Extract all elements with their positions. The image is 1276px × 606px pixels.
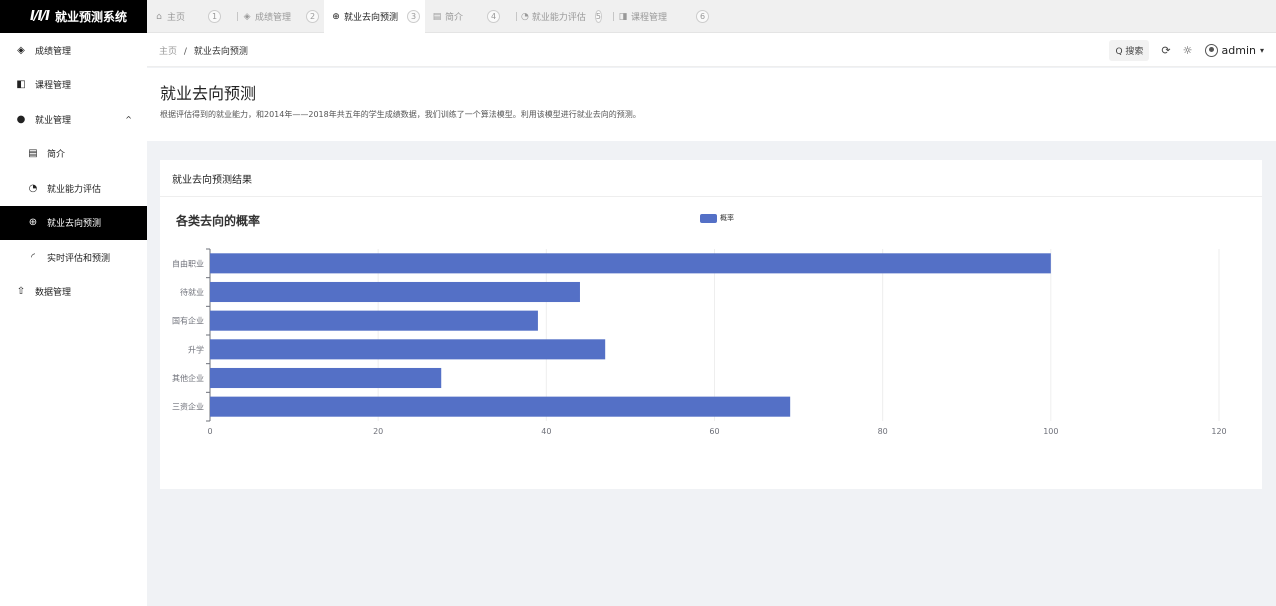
y-tick-label: 自由职业 [172, 258, 204, 268]
sidebar-item-label: 简介 [47, 150, 66, 161]
tab-intro[interactable]: ▤ 简介 4 [425, 0, 505, 33]
bar[interactable] [210, 339, 606, 360]
page-header: 主页 / 就业去向预测 Q 搜索 ⟳ ☼ admin ▾ [147, 33, 1276, 67]
result-card: 就业去向预测结果 各类去向的概率 概率 三资企业 其他企业 升学 国有企业 待就业 自由职… [160, 160, 1262, 489]
sidebar-item-realtime[interactable]: ◜ 实时评估和预测 [0, 240, 147, 275]
caret-down-icon[interactable]: ▾ [1260, 46, 1264, 55]
sidebar-item-destination-prediction[interactable]: ⊕ 就业去向预测 [0, 205, 147, 240]
sidebar-item-label: 数据管理 [35, 288, 72, 299]
graduation-cap-icon: ◈ [17, 44, 25, 56]
bar[interactable] [210, 253, 1051, 274]
chevron-up-icon: ^ [125, 114, 132, 124]
theme-toggle-icon[interactable]: ☼ [1183, 44, 1193, 57]
x-tick-label: 60 [709, 427, 719, 436]
bar[interactable] [210, 310, 538, 331]
compass-icon: ⊕ [28, 217, 38, 229]
home-icon: ⌂ [156, 11, 162, 22]
x-tick-label: 80 [878, 427, 888, 436]
document-icon: ▤ [432, 11, 442, 22]
x-tick-label: 20 [373, 427, 383, 436]
breadcrumb-separator: / [183, 47, 187, 57]
tab-divider: | [515, 11, 519, 22]
breadcrumb-home[interactable]: 主页 [159, 47, 177, 57]
x-tick-label: 0 [207, 427, 212, 436]
page-description: 根据评估得到的就业能力，和2014年——2018年共五年的学生成绩数据，我们训练… [160, 110, 641, 119]
breadcrumb: 主页 / 就业去向预测 [159, 44, 248, 57]
sidebar-item-label: 课程管理 [35, 81, 72, 92]
gauge-icon: ◔ [28, 182, 38, 194]
tab-label: 主页 [167, 13, 186, 23]
tab-home[interactable]: ⌂ 主页 1 [147, 0, 226, 33]
avatar[interactable] [1204, 44, 1218, 57]
sidebar-item-label: 就业能力评估 [47, 184, 102, 195]
app-title: 就业预测系统 [55, 10, 128, 24]
page-heading-section: 就业去向预测 根据评估得到的就业能力，和2014年——2018年共五年的学生成绩… [147, 68, 1276, 141]
y-tick-label: 其他企业 [172, 373, 204, 383]
book-icon: ◧ [16, 79, 26, 91]
gauge-icon: ◔ [521, 11, 529, 22]
bar[interactable] [210, 396, 791, 417]
app-root: I/I/I 就业预测系统 ⌂ 主页 1 | ◈ 成绩管理 2 ⊕ 就业去向预测 3 ▤ 简介 4 | ◔ 就业… [0, 0, 1276, 606]
x-tick-label: 120 [1211, 427, 1226, 436]
tab-courses[interactable]: | ◨ 课程管理 6 [602, 0, 714, 33]
tab-divider: | [236, 11, 240, 22]
tab-number-badge: 6 [696, 10, 709, 23]
graduation-cap-icon: ◈ [243, 11, 251, 22]
sidebar-item-employment[interactable]: ● 就业管理 ^ [0, 102, 147, 137]
logo-mark-icon: I/I/I [30, 9, 50, 24]
bar[interactable] [210, 281, 580, 303]
top-bar: I/I/I 就业预测系统 ⌂ 主页 1 | ◈ 成绩管理 2 ⊕ 就业去向预测 3 ▤ 简介 4 | ◔ 就业… [0, 0, 1276, 33]
sidebar: ◈ 成绩管理 ◧ 课程管理 ● 就业管理 ^ ▤ 简介 ◔ 就业能力评估 ⊕ 就… [0, 33, 147, 606]
tab-bar: ⌂ 主页 1 | ◈ 成绩管理 2 ⊕ 就业去向预测 3 ▤ 简介 4 | ◔ 就业能力评估 5 | ◨ 课程管理 6 [147, 0, 714, 33]
x-tick-label: 40 [541, 427, 551, 436]
book-icon: ◨ [618, 11, 628, 22]
sidebar-item-label: 就业管理 [35, 115, 72, 126]
tab-label: 简介 [445, 13, 464, 23]
sidebar-item-data-management[interactable]: ⇧ 数据管理 [0, 275, 147, 310]
tab-number-badge: 5 [594, 10, 603, 23]
loading-arc-icon: ◜ [31, 251, 35, 263]
sidebar-item-label: 成绩管理 [35, 46, 72, 57]
sidebar-item-label: 实时评估和预测 [47, 253, 111, 264]
sidebar-item-label: 就业去向预测 [47, 219, 102, 230]
tab-destination-prediction[interactable]: ⊕ 就业去向预测 3 [324, 0, 425, 33]
bar-chart: 三资企业 其他企业 升学 国有企业 待就业 自由职业 0 20 40 60 80 100 120 [172, 248, 1227, 436]
compass-icon: ⊕ [332, 11, 340, 22]
tab-ability-assessment[interactable]: | ◔ 就业能力评估 5 [505, 0, 603, 33]
y-tick-label: 三资企业 [172, 402, 204, 412]
tab-divider: | [612, 11, 616, 22]
x-tick-label: 100 [1043, 427, 1058, 436]
sidebar-item-courses[interactable]: ◧ 课程管理 [0, 68, 147, 103]
sidebar-item-ability-assessment[interactable]: ◔ 就业能力评估 [0, 171, 147, 206]
app-logo[interactable]: I/I/I 就业预测系统 [0, 0, 147, 33]
tab-label: 课程管理 [631, 13, 668, 23]
breadcrumb-current: 就业去向预测 [193, 47, 248, 57]
tab-grades[interactable]: | ◈ 成绩管理 2 [226, 0, 324, 33]
search-button[interactable]: Q 搜索 [1109, 40, 1150, 61]
tab-label: 就业去向预测 [344, 13, 399, 23]
y-tick-label: 待就业 [180, 287, 204, 297]
tab-number-badge: 1 [208, 10, 221, 23]
tab-number-badge: 2 [306, 10, 319, 23]
y-tick-label: 升学 [188, 344, 204, 354]
tab-number-badge: 3 [407, 10, 420, 23]
refresh-icon[interactable]: ⟳ [1161, 44, 1170, 57]
tab-label: 就业能力评估 [531, 13, 586, 23]
tab-number-badge: 4 [487, 10, 500, 23]
bar[interactable] [210, 367, 442, 389]
upload-icon: ⇧ [16, 286, 26, 298]
document-icon: ▤ [28, 148, 38, 160]
user-name[interactable]: admin [1222, 44, 1256, 57]
y-tick-label: 国有企业 [172, 316, 204, 326]
sidebar-item-grades[interactable]: ◈ 成绩管理 [0, 33, 147, 68]
header-actions: Q 搜索 ⟳ ☼ admin ▾ [1109, 40, 1264, 61]
page-title: 就业去向预测 [160, 84, 257, 103]
user-icon: ● [16, 113, 26, 125]
tab-label: 成绩管理 [255, 13, 292, 23]
sidebar-item-intro[interactable]: ▤ 简介 [0, 137, 147, 172]
